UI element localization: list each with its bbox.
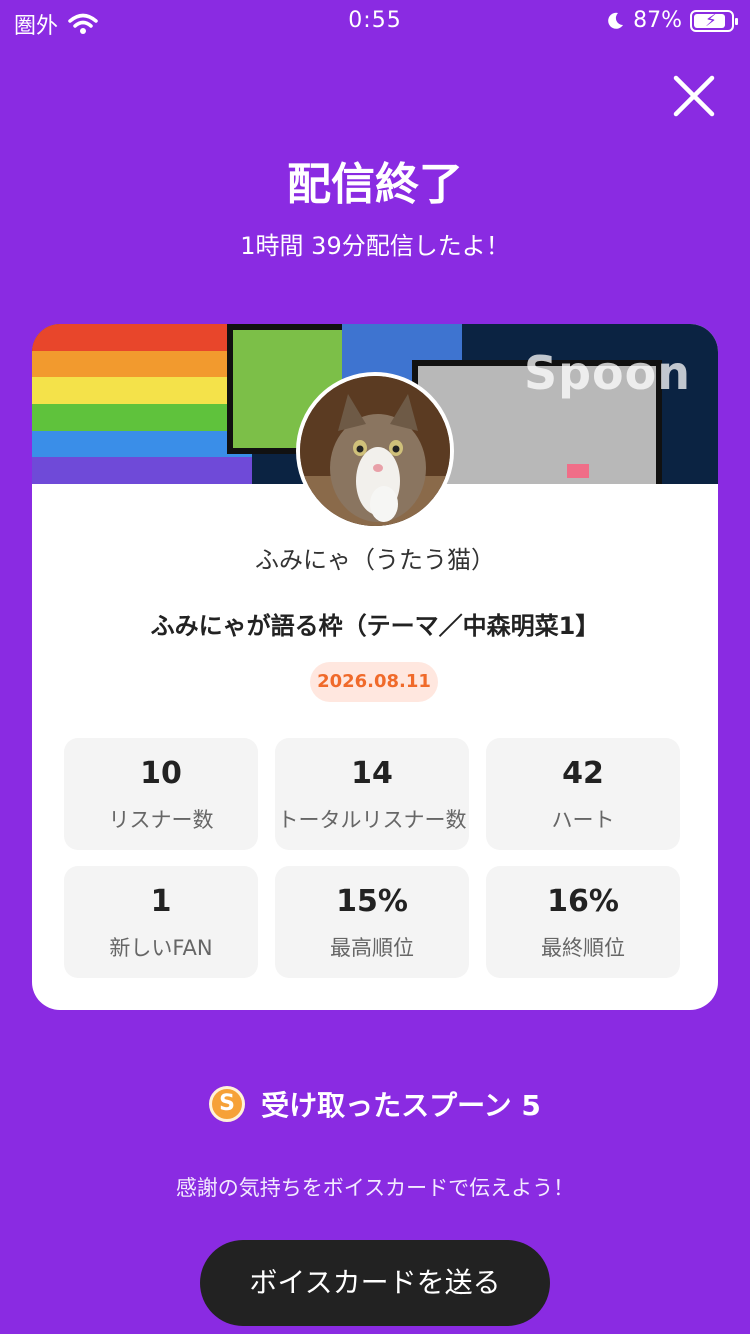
page-title: 配信終了 xyxy=(287,159,463,210)
screen: 圏外 0:55 87% ⚡ 配信終了 1時間 39分配信したよ！ Spoon ふ… xyxy=(0,0,750,1334)
stat-label: 最終順位 xyxy=(541,936,625,960)
status-bar: 圏外 0:55 87% ⚡ xyxy=(0,0,750,44)
spoon-logo: Spoon xyxy=(524,346,692,400)
status-right: 87% ⚡ xyxy=(605,8,738,33)
send-voice-card-button[interactable]: ボイスカードを送る xyxy=(200,1240,550,1326)
stat-label: 最高順位 xyxy=(330,936,414,960)
spoon-coin-icon: S xyxy=(209,1086,246,1122)
date-badge: 2026.08.11 xyxy=(310,662,438,702)
stat-listeners: 10 リスナー数 xyxy=(64,738,258,850)
stat-value: 1 xyxy=(150,884,172,919)
battery-percent: 87% xyxy=(633,8,682,33)
stat-value: 16% xyxy=(547,884,619,919)
stat-label: 新しいFAN xyxy=(109,936,213,960)
battery-icon: ⚡ xyxy=(690,9,738,32)
close-icon xyxy=(673,75,715,117)
broadcast-duration: 1時間 39分配信したよ！ xyxy=(240,232,510,260)
spoon-received-text: 受け取ったスプーン 5 xyxy=(261,1089,541,1122)
moon-icon xyxy=(608,12,624,29)
stat-label: リスナー数 xyxy=(108,808,214,832)
stat-total-listeners: 14 トータルリスナー数 xyxy=(275,738,469,850)
stat-best-rank: 15% 最高順位 xyxy=(275,866,469,978)
banner-pixel-cheek xyxy=(567,464,589,478)
charging-icon: ⚡ xyxy=(705,10,717,31)
stat-label: トータルリスナー数 xyxy=(277,808,467,832)
thanks-message: 感謝の気持ちをボイスカードで伝えよう！ xyxy=(175,1176,575,1200)
rainbow-stripes xyxy=(32,324,252,484)
stat-value: 14 xyxy=(351,756,393,791)
summary-card: Spoon ふみにゃ（うたう猫） ふみにゃが語る枠（テーマ／中森明菜1】 202… xyxy=(32,324,718,1010)
avatar[interactable] xyxy=(296,372,454,530)
stat-final-rank: 16% 最終順位 xyxy=(486,866,680,978)
stat-value: 10 xyxy=(140,756,182,791)
stat-value: 42 xyxy=(562,756,604,791)
stats-grid: 10 リスナー数 14 トータルリスナー数 42 ハート 1 新しいFAN 15… xyxy=(64,738,680,978)
spoon-received-row: S 受け取ったスプーン 5 xyxy=(0,1084,750,1124)
stat-value: 15% xyxy=(336,884,408,919)
stat-new-fans: 1 新しいFAN xyxy=(64,866,258,978)
stat-label: ハート xyxy=(551,808,615,832)
stat-hearts: 42 ハート xyxy=(486,738,680,850)
live-title: ふみにゃが語る枠（テーマ／中森明菜1】 xyxy=(150,612,600,640)
cat-avatar-image xyxy=(300,376,450,526)
close-button[interactable] xyxy=(668,70,720,122)
dj-nickname: ふみにゃ（うたう猫） xyxy=(255,546,495,574)
